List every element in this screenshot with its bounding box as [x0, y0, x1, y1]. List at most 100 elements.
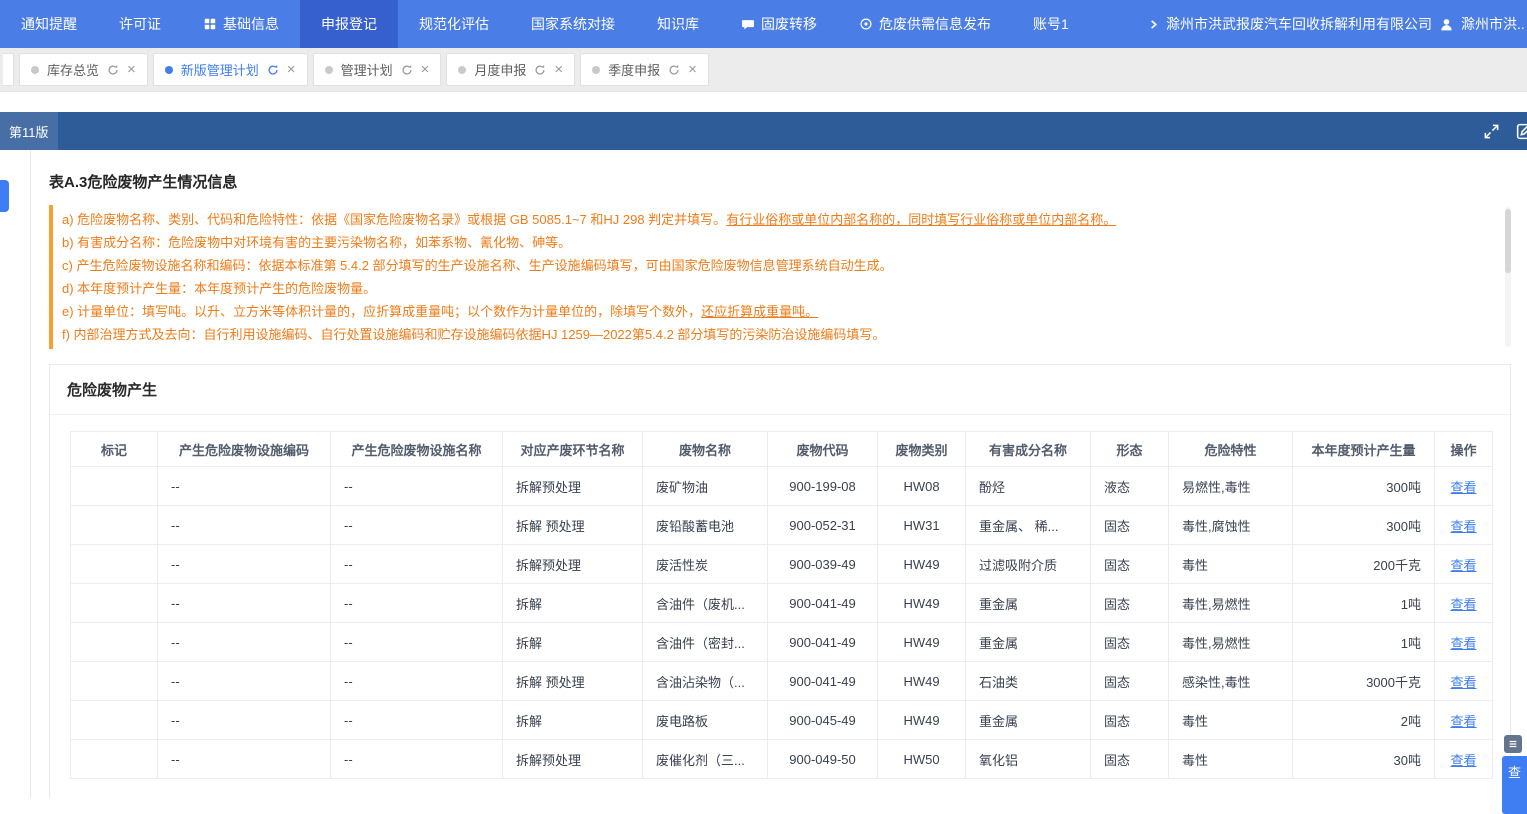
user-name[interactable]: 滁州市洪...	[1461, 14, 1525, 34]
nav-item[interactable]: 知识库	[636, 0, 720, 48]
close-icon[interactable]: ×	[421, 62, 430, 77]
cell-amount: 1吨	[1293, 584, 1435, 623]
cell-mark	[71, 662, 158, 701]
tab[interactable]: 月度申报 ×	[446, 53, 575, 86]
tab-label: 季度申报	[608, 60, 660, 79]
refresh-icon[interactable]	[401, 64, 413, 76]
refresh-icon[interactable]	[267, 64, 279, 76]
cell-amount: 1吨	[1293, 623, 1435, 662]
table-row: ----拆解含油件（废机...900-041-49HW49重金属固态毒性,易燃性…	[71, 584, 1493, 623]
cell-stage: 拆解	[503, 584, 643, 623]
cell-component: 过滤吸附介质	[966, 545, 1091, 584]
cell-facility-code: --	[158, 584, 331, 623]
column-header: 标记	[71, 432, 158, 467]
table-row: ----拆解 预处理含油沾染物（...900-041-49HW49石油类固态感染…	[71, 662, 1493, 701]
cell-component: 重金属、 稀...	[966, 506, 1091, 545]
cell-facility-code: --	[158, 740, 331, 779]
close-icon[interactable]: ×	[554, 62, 563, 77]
close-icon[interactable]: ×	[688, 62, 697, 77]
cell-mark	[71, 740, 158, 779]
nav-item[interactable]: 通知提醒	[0, 0, 98, 48]
cell-component: 酚烃	[966, 467, 1091, 506]
cell-waste-code: 900-041-49	[768, 662, 878, 701]
tab-bar: 库存总览 × 新版管理计划 × 管理计划 × 月度申报 × 季度申报 ×	[0, 48, 1527, 92]
tab-status-dot	[592, 66, 600, 74]
cell-facility-name: --	[331, 467, 503, 506]
sidebar-collapse-handle[interactable]	[0, 180, 9, 212]
column-header: 有害成分名称	[966, 432, 1091, 467]
company-name[interactable]: 滁州市洪武报废汽车回收拆解利用有限公司	[1166, 14, 1432, 34]
version-badge: 第11版	[0, 112, 58, 150]
main-content: 表A.3危险废物产生情况信息 a) 危险废物名称、类别、代码和危险特性：依据《国…	[30, 150, 1527, 798]
view-link[interactable]: 查看	[1450, 636, 1476, 651]
view-link[interactable]: 查看	[1450, 597, 1476, 612]
top-nav-items: 通知提醒 许可证 基础信息 申报登记 规范化评估 国家系统对接 知识库 固废转移…	[0, 0, 1090, 48]
quick-view-button[interactable]: 查	[1502, 756, 1527, 814]
nav-item-label: 通知提醒	[21, 14, 77, 34]
notes-scrollbar-track[interactable]	[1505, 207, 1511, 347]
nav-item-label: 国家系统对接	[531, 14, 615, 34]
view-link[interactable]: 查看	[1450, 753, 1476, 768]
nav-item-label: 申报登记	[321, 14, 377, 34]
close-icon[interactable]: ×	[127, 62, 136, 77]
nav-item-label: 基础信息	[223, 14, 279, 34]
tab[interactable]: 库存总览 ×	[19, 53, 148, 86]
widget-menu-icon[interactable]	[1504, 735, 1522, 753]
table-header-row: 标记产生危险废物设施编码产生危险废物设施名称对应产废环节名称废物名称废物代码废物…	[71, 432, 1493, 467]
tab-bar-tabs: 库存总览 × 新版管理计划 × 管理计划 × 月度申报 × 季度申报 ×	[19, 53, 709, 86]
note-line: e) 计量单位：填写吨。以升、立方米等体积计量的，应折算成重量吨；以个数作为计量…	[62, 300, 1492, 323]
tab[interactable]: 季度申报 ×	[580, 53, 709, 86]
tab[interactable]: 管理计划 ×	[313, 53, 442, 86]
view-link[interactable]: 查看	[1450, 714, 1476, 729]
view-link[interactable]: 查看	[1450, 558, 1476, 573]
cell-waste-category: HW49	[878, 701, 966, 740]
cell-mark	[71, 467, 158, 506]
note-line: b) 有害成分名称：危险废物中对环境有害的主要污染物名称，如苯系物、氰化物、砷等…	[62, 231, 1492, 254]
edit-icon[interactable]	[1515, 122, 1527, 141]
notes-lines: a) 危险废物名称、类别、代码和危险特性：依据《国家危险废物名录》或根据 GB …	[62, 208, 1492, 346]
column-header: 产生危险废物设施名称	[331, 432, 503, 467]
view-link[interactable]: 查看	[1450, 480, 1476, 495]
nav-item[interactable]: 许可证	[98, 0, 182, 48]
cell-waste-code: 900-041-49	[768, 584, 878, 623]
cell-form: 固态	[1091, 740, 1169, 779]
nav-item[interactable]: 账号1	[1012, 0, 1090, 48]
cell-waste-name: 废电路板	[643, 701, 768, 740]
partial-tab[interactable]	[3, 53, 14, 86]
cell-waste-category: HW08	[878, 467, 966, 506]
waste-table-wrap: 标记产生危险废物设施编码产生危险废物设施名称对应产废环节名称废物名称废物代码废物…	[50, 415, 1510, 798]
cell-action: 查看	[1435, 662, 1493, 701]
cell-waste-code: 900-049-50	[768, 740, 878, 779]
column-header: 对应产废环节名称	[503, 432, 643, 467]
cell-hazard: 毒性,易燃性	[1169, 584, 1293, 623]
close-icon[interactable]: ×	[287, 62, 296, 77]
view-link[interactable]: 查看	[1450, 519, 1476, 534]
fullscreen-icon[interactable]	[1483, 123, 1500, 140]
nav-item[interactable]: 基础信息	[182, 0, 300, 48]
cell-facility-code: --	[158, 467, 331, 506]
tab[interactable]: 新版管理计划 ×	[153, 53, 308, 86]
nav-item[interactable]: 危废供需信息发布	[838, 0, 1012, 48]
refresh-icon[interactable]	[668, 64, 680, 76]
cell-action: 查看	[1435, 701, 1493, 740]
cell-form: 固态	[1091, 662, 1169, 701]
table-row: ----拆解预处理废矿物油900-199-08HW08酚烃液态易燃性,毒性300…	[71, 467, 1493, 506]
waste-card: 危险废物产生 标记产生危险废物设施编码产生危险废物设施名称对应产废环节名称废物名…	[49, 364, 1511, 798]
cell-facility-name: --	[331, 623, 503, 662]
nav-item[interactable]: 规范化评估	[398, 0, 510, 48]
nav-item[interactable]: 固废转移	[720, 0, 838, 48]
note-line: d) 本年度预计产生量：本年度预计产生的危险废物量。	[62, 277, 1492, 300]
refresh-icon[interactable]	[534, 64, 546, 76]
view-link[interactable]: 查看	[1450, 675, 1476, 690]
column-header: 危险特性	[1169, 432, 1293, 467]
cell-form: 固态	[1091, 506, 1169, 545]
top-nav-right: 滁州市洪武报废汽车回收拆解利用有限公司 滁州市洪...	[1148, 0, 1527, 48]
refresh-icon[interactable]	[107, 64, 119, 76]
notes-scrollbar-thumb[interactable]	[1505, 209, 1511, 273]
nav-item-label: 账号1	[1033, 14, 1069, 34]
nav-item[interactable]: 申报登记	[300, 0, 398, 48]
cell-component: 重金属	[966, 623, 1091, 662]
nav-item[interactable]: 国家系统对接	[510, 0, 636, 48]
cell-action: 查看	[1435, 506, 1493, 545]
cell-hazard: 感染性,毒性	[1169, 662, 1293, 701]
